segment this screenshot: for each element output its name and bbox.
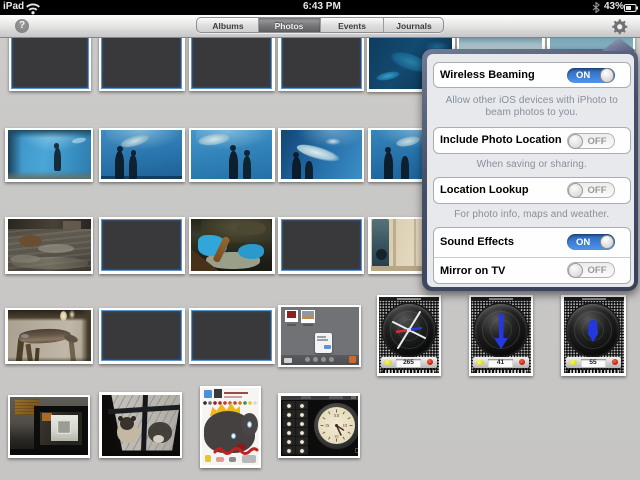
svg-text:III: III (343, 423, 348, 428)
svg-text:XII: XII (334, 413, 340, 418)
svg-text:VI: VI (334, 434, 339, 439)
svg-text:IX: IX (325, 423, 329, 428)
